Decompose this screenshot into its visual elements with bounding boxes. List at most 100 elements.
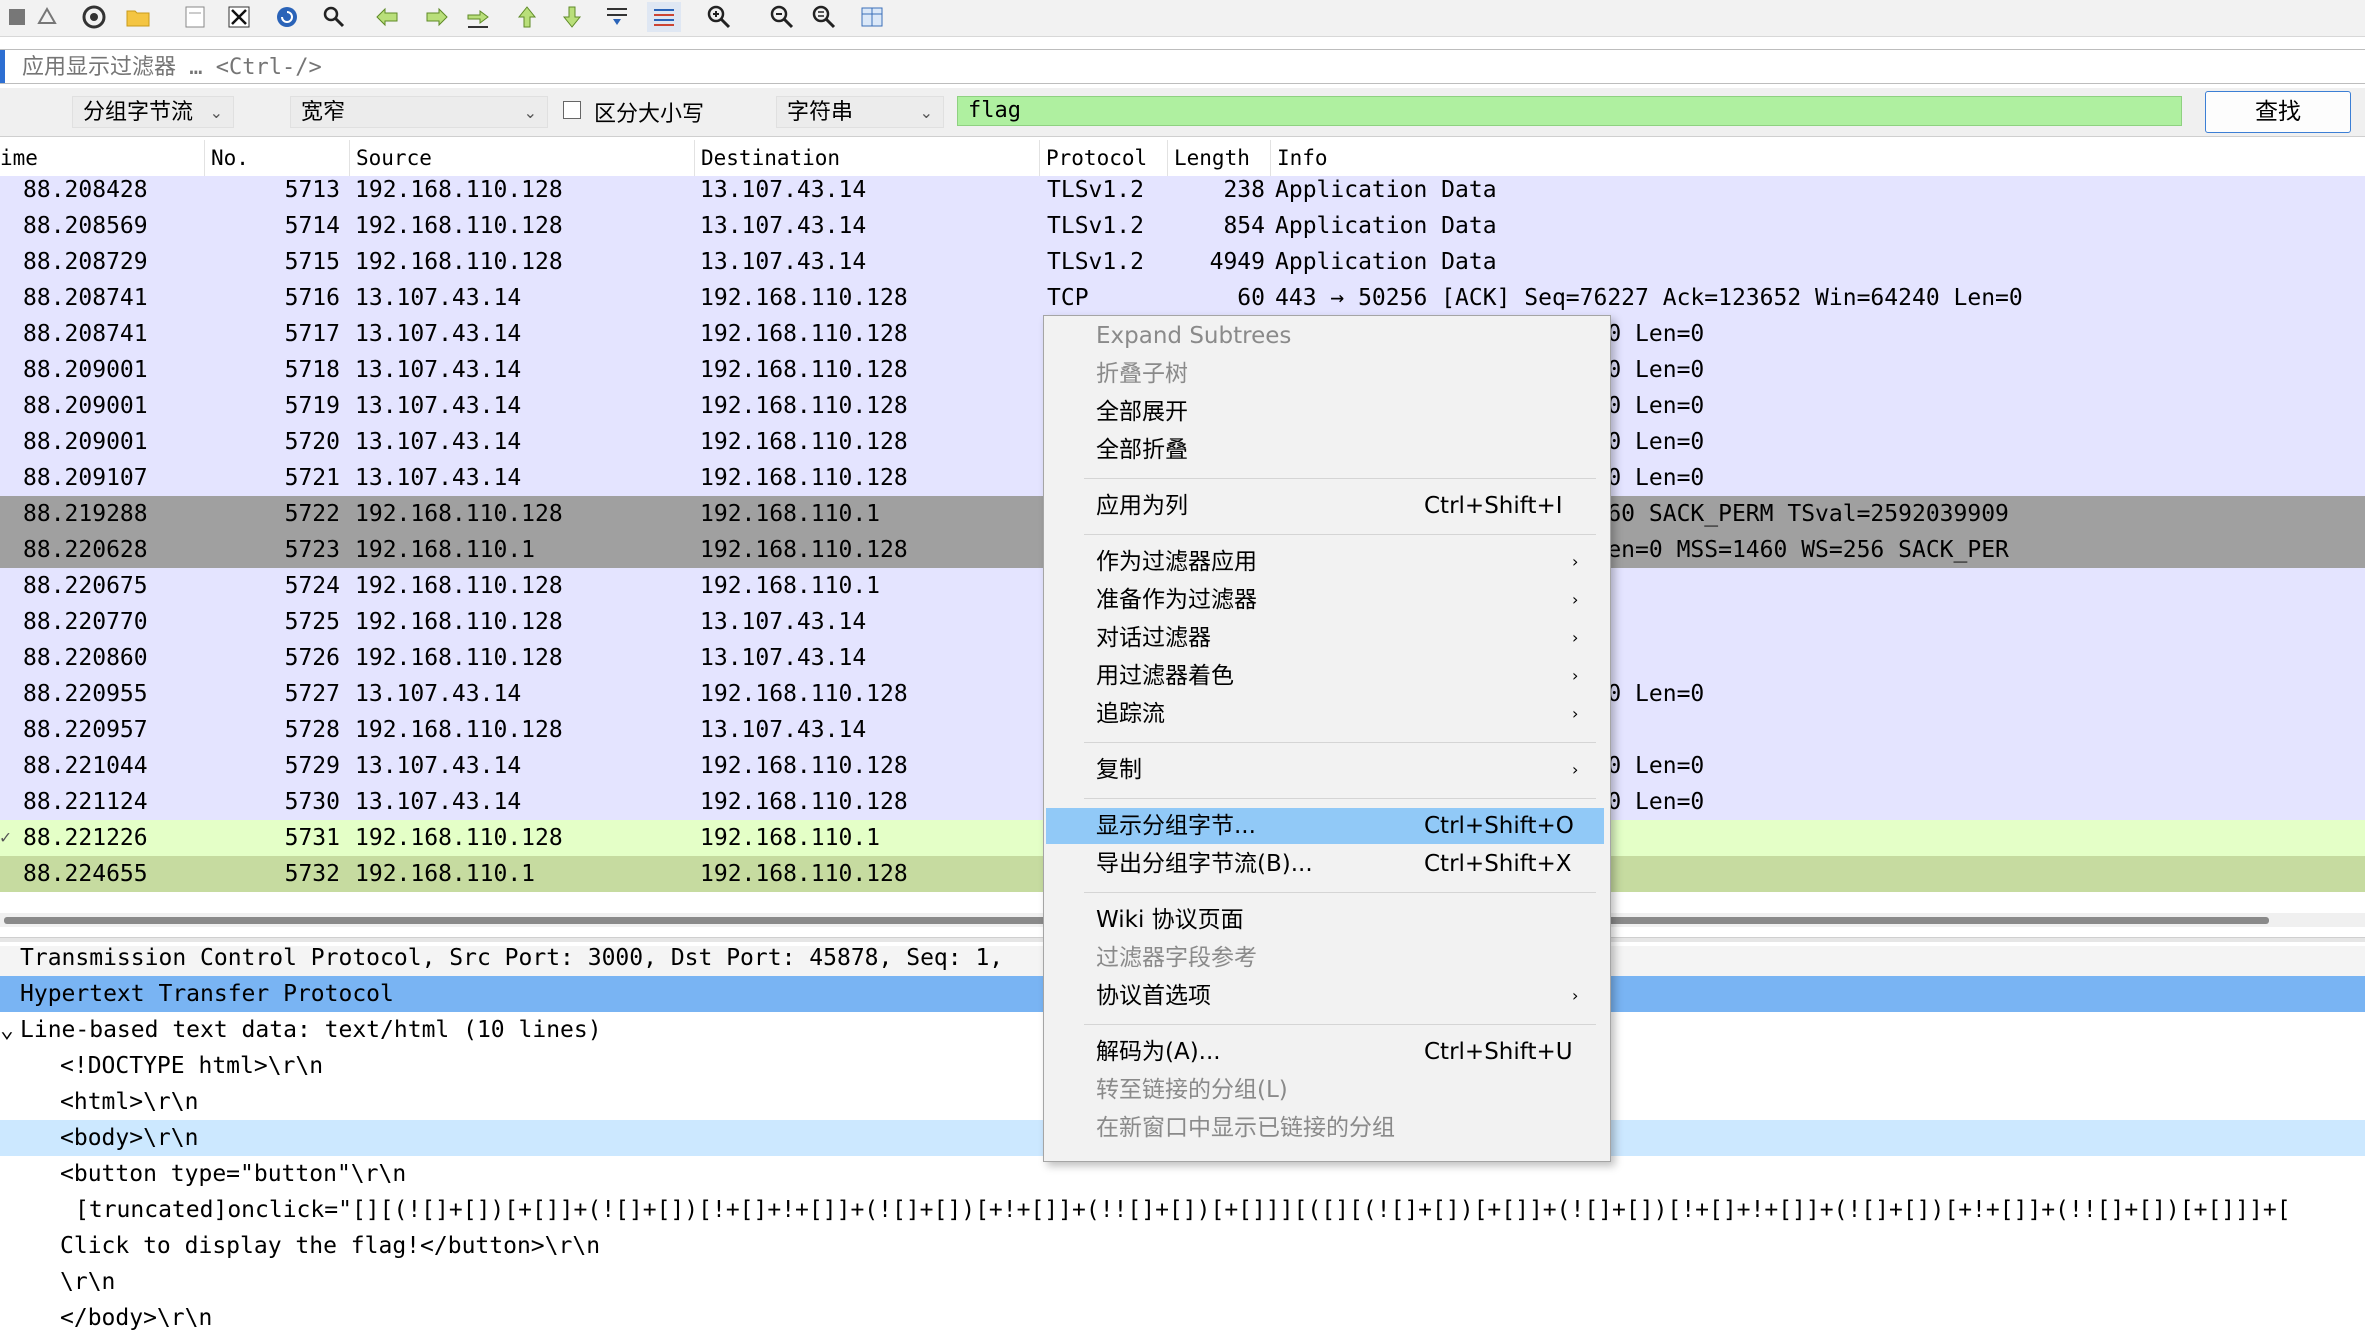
capture-options-icon[interactable] [77, 2, 111, 32]
find-packet-icon[interactable] [317, 2, 351, 32]
packet-time: 88.220955 [23, 681, 148, 707]
packet-number: 5713 [284, 177, 340, 203]
menu-item-label: 复制 [1096, 757, 1142, 783]
menu-item[interactable]: 应用为列 Ctrl+Shift+I [1046, 488, 1604, 524]
detail-tree-text: </body>\r\n [60, 1305, 213, 1331]
menu-item-label: 过滤器字段参考 [1096, 945, 1257, 971]
packet-time: 88.219288 [23, 501, 148, 527]
menu-item-label: 对话过滤器 [1096, 625, 1211, 651]
packet-destination: 192.168.110.128 [700, 357, 908, 383]
packet-destination: 192.168.110.128 [700, 861, 908, 887]
menu-item-label: 准备作为过滤器 [1096, 587, 1257, 613]
zoom-in-icon[interactable] [702, 2, 736, 32]
display-filter-input[interactable] [20, 53, 2324, 81]
menu-item[interactable]: 准备作为过滤器 › [1046, 582, 1604, 618]
detail-tree-text: <body>\r\n [60, 1125, 199, 1151]
go-last-icon[interactable] [555, 2, 589, 32]
packet-number: 5718 [284, 357, 340, 383]
column-header-length[interactable]: Length [1168, 140, 1271, 176]
packet-destination: 13.107.43.14 [700, 177, 867, 203]
detail-tree-item[interactable]: [truncated]onclick="[][(![]+[])[+[]]+(![… [0, 1192, 2365, 1228]
menu-item[interactable]: 全部折叠 [1046, 432, 1604, 468]
chevron-down-icon: ⌄ [523, 103, 537, 122]
packet-row[interactable]: 88.208729 5715 192.168.110.128 13.107.43.14… [0, 244, 2365, 280]
packet-time: 88.209107 [23, 465, 148, 491]
open-file-icon[interactable] [121, 2, 155, 32]
search-type-value: 字符串 [787, 100, 854, 125]
menu-item-label: 解码为(A)... [1096, 1039, 1221, 1065]
char-width-select[interactable]: 宽窄 ⌄ [290, 96, 548, 128]
go-forward-icon[interactable] [420, 2, 454, 32]
column-header-protocol[interactable]: Protocol [1040, 140, 1168, 176]
column-header-source[interactable]: Source [350, 140, 695, 176]
filter-bookmark-icon[interactable] [0, 50, 5, 83]
search-in-select[interactable]: 分组字节流 ⌄ [72, 96, 234, 128]
menu-item[interactable]: 协议首选项 › [1046, 978, 1604, 1014]
reload-file-icon[interactable] [270, 2, 304, 32]
menu-item[interactable]: 作为过滤器应用 › [1046, 544, 1604, 580]
packet-source: 13.107.43.14 [355, 321, 522, 347]
menu-item-label: 作为过滤器应用 [1096, 549, 1257, 575]
expand-arrow-icon[interactable]: ⌄ [0, 1012, 14, 1048]
packet-destination: 13.107.43.14 [700, 645, 867, 671]
packet-time: 88.221044 [23, 753, 148, 779]
packet-time: 88.221124 [23, 789, 148, 815]
packet-info: Application Data [1275, 213, 1497, 239]
column-header-no[interactable]: No. [205, 140, 350, 176]
close-file-icon[interactable] [222, 2, 256, 32]
menu-item[interactable]: 显示分组字节... Ctrl+Shift+O [1046, 808, 1604, 844]
stop-capture-icon[interactable] [0, 2, 34, 32]
menu-item[interactable]: 追踪流 › [1046, 696, 1604, 732]
packet-source: 192.168.110.128 [355, 573, 563, 599]
colorize-icon[interactable] [647, 2, 681, 32]
menu-item[interactable]: Wiki 协议页面 [1046, 902, 1604, 938]
go-back-icon[interactable] [370, 2, 404, 32]
packet-number: 5732 [284, 861, 340, 887]
packet-number: 5724 [284, 573, 340, 599]
go-to-packet-icon[interactable] [461, 2, 495, 32]
column-header-time[interactable]: ime [0, 140, 205, 176]
packet-time: 88.209001 [23, 393, 148, 419]
packet-row[interactable]: 88.208741 5716 13.107.43.14 192.168.110.128… [0, 280, 2365, 316]
packet-length: 4949 [1209, 249, 1265, 275]
go-first-icon[interactable] [510, 2, 544, 32]
detail-tree-item[interactable]: \r\n [0, 1264, 2365, 1300]
packet-time: 88.208741 [23, 321, 148, 347]
menu-item-shortcut: Ctrl+Shift+U [1424, 1039, 1573, 1065]
column-header-info[interactable]: Info [1271, 140, 2365, 176]
packet-time: 88.209001 [23, 357, 148, 383]
packet-destination: 192.168.110.128 [700, 681, 908, 707]
resize-columns-icon[interactable] [855, 2, 889, 32]
packet-time: 88.220628 [23, 537, 148, 563]
find-button[interactable]: 查找 [2205, 91, 2351, 133]
menu-item-label: Wiki 协议页面 [1096, 907, 1244, 933]
menu-item[interactable]: 对话过滤器 › [1046, 620, 1604, 656]
detail-tree-item[interactable]: Click to display the flag!</button>\r\n [0, 1228, 2365, 1264]
packet-source: 192.168.110.128 [355, 177, 563, 203]
search-type-select[interactable]: 字符串 ⌄ [776, 96, 944, 128]
restart-capture-icon[interactable] [30, 2, 64, 32]
packet-number: 5721 [284, 465, 340, 491]
case-sensitive-checkbox[interactable] [563, 101, 581, 119]
zoom-normal-icon[interactable] [807, 2, 841, 32]
auto-scroll-icon[interactable] [600, 2, 634, 32]
packet-source: 192.168.110.128 [355, 501, 563, 527]
menu-item[interactable]: 用过滤器着色 › [1046, 658, 1604, 694]
menu-item[interactable]: 全部展开 [1046, 394, 1604, 430]
submenu-arrow-icon: › [1572, 704, 1579, 723]
detail-tree-item[interactable]: </body>\r\n [0, 1300, 2365, 1336]
menu-item[interactable]: 复制 › [1046, 752, 1604, 788]
packet-row[interactable]: 88.208569 5714 192.168.110.128 13.107.43.14… [0, 208, 2365, 244]
packet-destination: 192.168.110.1 [700, 825, 881, 851]
packet-destination: 192.168.110.128 [700, 465, 908, 491]
column-header-destination[interactable]: Destination [695, 140, 1040, 176]
packet-row[interactable]: 88.208428 5713 192.168.110.128 13.107.43.14… [0, 176, 2365, 208]
zoom-out-icon[interactable] [765, 2, 799, 32]
menu-item[interactable]: 解码为(A)... Ctrl+Shift+U [1046, 1034, 1604, 1070]
packet-list-header: ime No. Source Destination Protocol Leng… [0, 140, 2365, 177]
detail-tree-text: Click to display the flag!</button>\r\n [60, 1233, 601, 1259]
search-string-input[interactable]: flag [957, 96, 2182, 126]
submenu-arrow-icon: › [1572, 628, 1579, 647]
save-file-icon[interactable] [178, 2, 212, 32]
menu-item[interactable]: 导出分组字节流(B)... Ctrl+Shift+X [1046, 846, 1604, 882]
